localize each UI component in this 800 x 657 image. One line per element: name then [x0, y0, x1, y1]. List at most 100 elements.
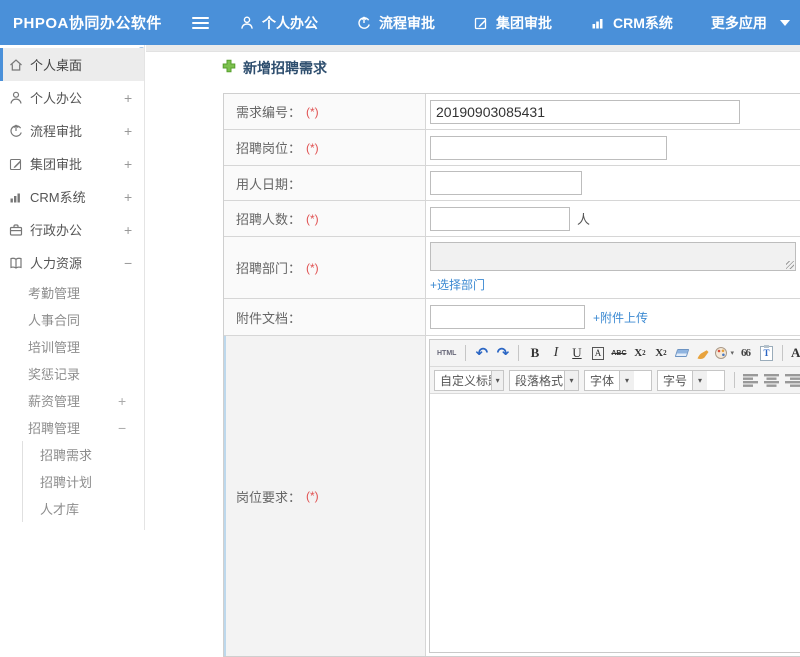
field-recruit-count: 招聘人数： (*) 人	[224, 201, 800, 237]
department-textarea[interactable]	[430, 242, 796, 271]
nav-more-apps[interactable]: 更多应用	[711, 13, 790, 33]
boxed-char-button[interactable]: A	[588, 343, 607, 363]
chevron-down-icon: ▾	[692, 370, 708, 390]
field-recruit-position: 招聘岗位： (*)	[224, 130, 800, 166]
field-label: 用人日期：	[236, 176, 302, 192]
undo-icon[interactable]: ↶	[472, 343, 491, 363]
caret-down-icon	[779, 19, 790, 26]
select-department-link[interactable]: +选择部门	[430, 276, 485, 293]
sidebar-item-crm-system[interactable]: CRM系统 +	[0, 180, 144, 213]
sidebar-item-recruit-plan[interactable]: 招聘计划	[23, 468, 144, 495]
superscript-button[interactable]: X2	[630, 343, 649, 363]
required-marker: (*)	[306, 489, 319, 503]
eraser-icon[interactable]	[672, 343, 691, 363]
sidebar-item-process-approval[interactable]: 流程审批 +	[0, 114, 144, 147]
page-title: 新增招聘需求	[222, 58, 327, 78]
bar-chart-icon	[8, 189, 24, 205]
sidebar-item-human-resources[interactable]: 人力资源 −	[0, 246, 144, 279]
nav-group-approval[interactable]: 集团审批	[473, 13, 552, 33]
attachment-upload-link[interactable]: +附件上传	[593, 309, 648, 326]
strikethrough-button[interactable]: ABC	[609, 343, 628, 363]
sidebar-item-attendance[interactable]: 考勤管理	[0, 279, 144, 306]
recruit-position-input[interactable]	[430, 135, 667, 160]
html-source-button[interactable]: HTML	[434, 343, 459, 363]
edit-square-icon	[8, 156, 24, 172]
font-color-button[interactable]: A▾	[789, 343, 800, 363]
rich-text-editor: HTML ↶ ↷ B I U A ABC X2 X2 ▾ 66 T A 自定义标…	[429, 339, 800, 653]
editor-content-area[interactable]	[430, 394, 800, 652]
recruit-count-input[interactable]	[430, 206, 570, 231]
expand-icon[interactable]: +	[124, 156, 144, 172]
align-left-icon[interactable]	[741, 370, 760, 390]
paste-icon[interactable]: T	[757, 343, 776, 363]
field-demand-number: 需求编号： (*)	[224, 94, 800, 130]
sidebar-item-hr-contract[interactable]: 人事合同	[0, 306, 144, 333]
unit-suffix: 人	[577, 212, 591, 227]
field-label: 招聘岗位：	[236, 141, 302, 156]
field-position-requirements: 岗位要求： (*) HTML ↶ ↷ B I U A ABC X2 X 2 ▾ …	[224, 336, 800, 656]
blockquote-icon[interactable]: 66	[736, 343, 755, 363]
field-label: 岗位要求：	[236, 489, 302, 505]
font-family-select[interactable]: 字体 ▾	[584, 369, 652, 391]
heading-select[interactable]: 自定义标题▾	[434, 369, 504, 391]
required-marker: (*)	[306, 260, 319, 275]
bold-button[interactable]: B	[525, 343, 544, 363]
briefcase-icon	[8, 222, 24, 238]
expand-icon[interactable]: +	[124, 123, 144, 139]
topbar-nav: 个人办公 流程审批 集团审批 CRM系统 更多应用	[239, 13, 790, 33]
chevron-down-icon: ▾	[564, 370, 578, 390]
nav-personal-office[interactable]: 个人办公	[239, 13, 318, 33]
expand-icon[interactable]: +	[124, 90, 144, 106]
field-attachment: 附件文档： +附件上传	[224, 299, 800, 336]
required-marker: (*)	[306, 140, 319, 155]
italic-button[interactable]: I	[546, 343, 565, 363]
home-icon	[8, 57, 24, 73]
hamburger-menu-icon[interactable]	[192, 16, 209, 29]
sidebar-item-reward-punishment[interactable]: 奖惩记录	[0, 360, 144, 387]
field-label: 招聘部门：	[236, 261, 302, 276]
field-employment-date: 用人日期：	[224, 166, 800, 201]
demand-number-input[interactable]	[430, 99, 740, 124]
recruitment-request-form: 需求编号： (*) 招聘岗位： (*) 用人日期： 招聘人数： (*) 人 招聘部门：…	[223, 93, 800, 657]
topbar: PHPOA协同办公软件 个人办公 流程审批 集团审批 CRM系统 更多应用	[0, 0, 800, 45]
align-center-icon[interactable]	[762, 370, 781, 390]
editor-toolbar-row1: HTML ↶ ↷ B I U A ABC X2 X2 ▾ 66 T A	[430, 340, 800, 367]
field-label: 附件文档：	[236, 310, 302, 326]
subscript-button[interactable]: X2	[651, 343, 670, 363]
sidebar-item-talent-pool[interactable]: 人才库	[23, 495, 144, 522]
field-label: 需求编号：	[236, 105, 302, 120]
font-size-select[interactable]: 字号 ▾	[657, 369, 725, 391]
sidebar-item-training[interactable]: 培训管理	[0, 333, 144, 360]
process-arrow-icon	[356, 15, 372, 31]
recruit-submenu: 招聘需求 招聘计划 人才库	[22, 441, 144, 522]
sidebar-item-recruit-demand[interactable]: 招聘需求	[23, 441, 144, 468]
expand-icon[interactable]: +	[118, 393, 144, 409]
nav-process-approval[interactable]: 流程审批	[356, 13, 435, 33]
expand-icon[interactable]: +	[124, 189, 144, 205]
sidebar-item-personal-desktop[interactable]: 个人桌面	[0, 48, 144, 81]
bar-chart-icon	[590, 15, 606, 31]
sidebar-item-salary[interactable]: 薪资管理 +	[0, 387, 144, 414]
main-content: 新增招聘需求 需求编号： (*) 招聘岗位： (*) 用人日期： 招聘人数： (*) …	[146, 45, 800, 657]
add-plus-icon	[222, 59, 236, 78]
sidebar-item-recruit-management[interactable]: 招聘管理 −	[0, 414, 144, 441]
chevron-down-icon: ▾	[619, 370, 635, 390]
paragraph-format-select[interactable]: 段落格式 ▾	[509, 369, 579, 391]
sidebar-item-group-approval[interactable]: 集团审批 +	[0, 147, 144, 180]
content-top-strip	[146, 45, 800, 52]
collapse-icon[interactable]: −	[118, 420, 144, 436]
collapse-icon[interactable]: −	[124, 255, 144, 271]
align-right-icon[interactable]	[783, 370, 800, 390]
sidebar-item-personal-office[interactable]: 个人办公 +	[0, 81, 144, 114]
redo-icon[interactable]: ↷	[493, 343, 512, 363]
attachment-input[interactable]	[430, 305, 585, 329]
field-recruit-department: 招聘部门： (*) +选择部门	[224, 237, 800, 299]
nav-crm-system[interactable]: CRM系统	[590, 13, 673, 33]
format-brush-icon[interactable]	[693, 343, 712, 363]
process-arrow-icon	[8, 123, 24, 139]
sidebar-item-admin-office[interactable]: 行政办公 +	[0, 213, 144, 246]
employment-date-input[interactable]	[430, 171, 582, 195]
color-palette-icon[interactable]: ▾	[714, 343, 734, 363]
expand-icon[interactable]: +	[124, 222, 144, 238]
underline-button[interactable]: U	[567, 343, 586, 363]
